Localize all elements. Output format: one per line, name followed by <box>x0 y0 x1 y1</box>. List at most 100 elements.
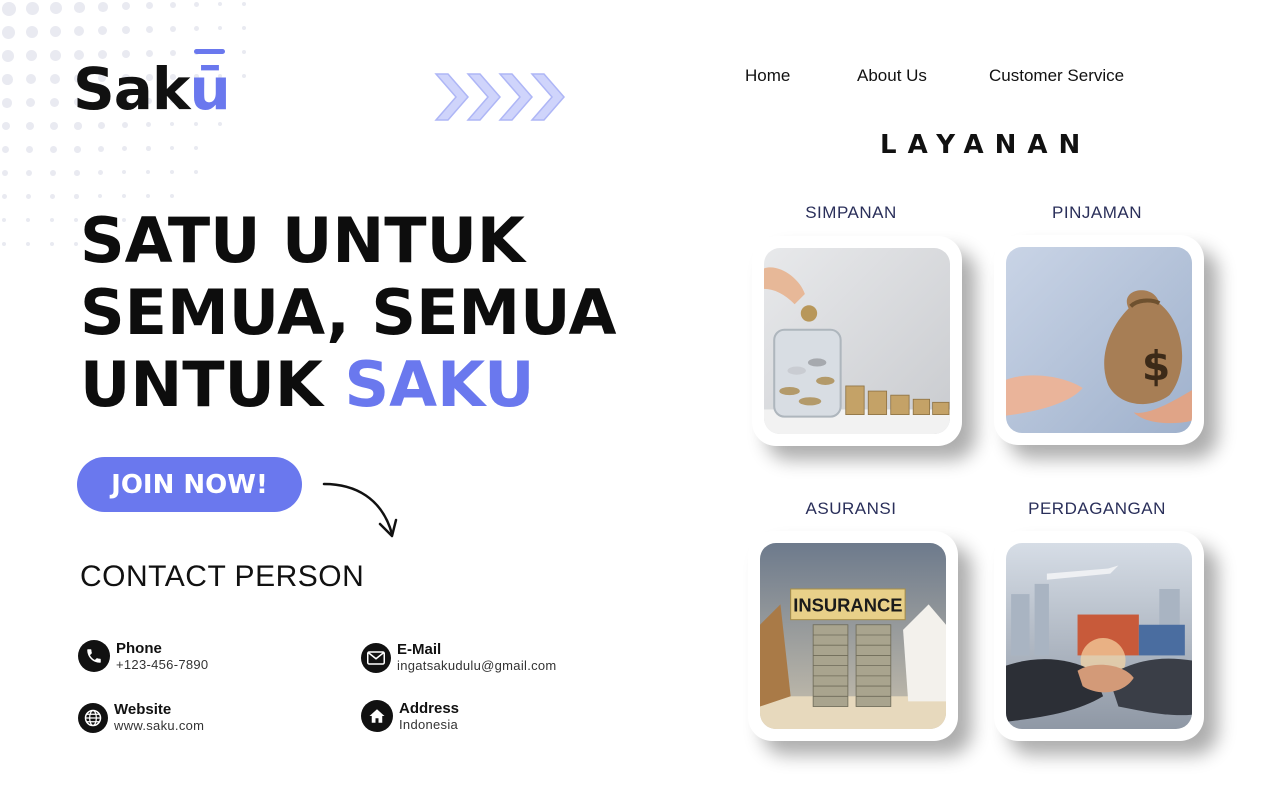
service-card-pinjaman[interactable]: $ <box>994 235 1204 445</box>
decorative-dot <box>50 194 55 199</box>
decorative-dot <box>146 170 150 174</box>
trade-handshake-image <box>1006 543 1192 729</box>
decorative-dot <box>50 170 56 176</box>
decorative-dot <box>26 26 39 39</box>
address-label: Address <box>399 699 460 717</box>
service-card-perdagangan[interactable] <box>994 531 1204 741</box>
service-card-asuransi[interactable]: INSURANCE <box>748 531 958 741</box>
decorative-dot <box>74 170 80 176</box>
contact-website[interactable]: Website www.saku.com <box>78 702 204 733</box>
decorative-dot <box>194 170 198 174</box>
decorative-dot <box>146 146 151 151</box>
address-value: Indonesia <box>399 716 459 732</box>
decorative-dot <box>26 170 33 177</box>
contact-person-title: CONTACT PERSON <box>80 560 365 593</box>
decorative-dot <box>26 74 37 85</box>
decorative-dot <box>74 218 78 222</box>
hero-headline: SATU UNTUK SEMUA, SEMUA UNTUK SAKU <box>80 205 680 421</box>
join-now-button[interactable]: JOIN NOW! <box>77 457 302 512</box>
decorative-dot <box>194 26 200 32</box>
decorative-dot <box>74 242 78 246</box>
decorative-dot <box>74 122 82 130</box>
decorative-dot <box>2 50 14 62</box>
nav-about-us[interactable]: About Us <box>857 66 927 86</box>
contact-phone[interactable]: Phone +123-456-7890 <box>78 640 208 672</box>
decorative-dot <box>74 146 81 153</box>
loan-money-bag-image: $ <box>1006 247 1192 433</box>
email-icon <box>361 642 391 673</box>
svg-text:$: $ <box>1142 342 1170 390</box>
email-label: E-Mail <box>397 641 442 658</box>
decorative-dot <box>50 50 61 61</box>
decorative-dot <box>170 2 177 9</box>
globe-icon <box>78 702 108 733</box>
decorative-dot <box>2 2 16 16</box>
decorative-dot <box>122 170 127 175</box>
decorative-dot <box>2 218 7 223</box>
decorative-dot <box>2 146 10 154</box>
decorative-dot <box>146 26 154 34</box>
decorative-dot <box>2 98 12 108</box>
decorative-dot <box>242 50 246 54</box>
decorative-dot <box>26 218 31 223</box>
svg-text:INSURANCE: INSURANCE <box>793 594 902 615</box>
nav-home[interactable]: Home <box>745 66 790 86</box>
service-card-simpanan[interactable] <box>752 236 962 446</box>
website-label: Website <box>114 701 172 718</box>
phone-value: +123-456-7890 <box>116 656 209 672</box>
decorative-dot <box>2 74 13 85</box>
chevron-arrows-decoration <box>434 73 565 121</box>
decorative-dot <box>2 26 15 39</box>
decorative-dot <box>122 2 131 11</box>
insurance-coins-image: INSURANCE <box>760 543 946 729</box>
email-value: ingatsakudulu@gmail.com <box>397 658 557 673</box>
decorative-dot <box>26 98 36 108</box>
contact-email[interactable]: E-Mail ingatsakudulu@gmail.com <box>361 642 557 673</box>
service-label-asuransi: ASURANSI <box>805 499 897 518</box>
decorative-dot <box>170 194 174 198</box>
services-title: LAYANAN <box>880 130 1092 160</box>
decorative-dot <box>50 74 60 84</box>
decorative-dot <box>194 146 198 150</box>
savings-coins-image <box>764 248 950 434</box>
contact-address[interactable]: Address Indonesia <box>361 700 459 732</box>
decorative-dot <box>218 26 223 31</box>
decorative-dot <box>218 2 223 7</box>
decorative-dot <box>74 194 79 199</box>
decorative-dot <box>26 146 34 154</box>
phone-label: Phone <box>116 639 162 657</box>
decorative-dot <box>50 122 58 130</box>
nav-customer-service[interactable]: Customer Service <box>989 66 1124 86</box>
decorative-dot <box>50 2 62 14</box>
decorative-dot <box>26 50 38 62</box>
decorative-dot <box>98 122 105 129</box>
decorative-dot <box>170 26 177 33</box>
saku-logo[interactable]: Sakū <box>73 60 231 118</box>
decorative-dot <box>26 122 35 131</box>
decorative-dot <box>98 194 103 199</box>
decorative-dot <box>98 26 108 36</box>
decorative-dot <box>242 2 246 6</box>
decorative-dot <box>98 2 108 12</box>
decorative-dot <box>98 146 104 152</box>
decorative-dot <box>74 26 85 37</box>
phone-icon <box>78 640 110 672</box>
decorative-dot <box>74 2 85 13</box>
decorative-dot <box>50 218 54 222</box>
decorative-dot <box>50 146 57 153</box>
decorative-dot <box>170 146 174 150</box>
decorative-dot <box>2 170 9 177</box>
decorative-dot <box>26 194 32 200</box>
decorative-dot <box>146 2 154 10</box>
decorative-dot <box>50 242 54 246</box>
decorative-dot <box>2 242 6 246</box>
hero-line-3: UNTUK SAKU <box>80 348 535 421</box>
service-label-perdagangan: PERDAGANGAN <box>1028 499 1166 518</box>
home-icon <box>361 700 393 732</box>
curved-arrow-icon <box>322 482 398 538</box>
service-label-pinjaman: PINJAMAN <box>1052 203 1142 222</box>
decorative-dot <box>122 146 128 152</box>
website-value: www.saku.com <box>114 718 205 733</box>
hero-line-1: SATU UNTUK <box>80 204 525 277</box>
service-label-simpanan: SIMPANAN <box>805 203 897 222</box>
